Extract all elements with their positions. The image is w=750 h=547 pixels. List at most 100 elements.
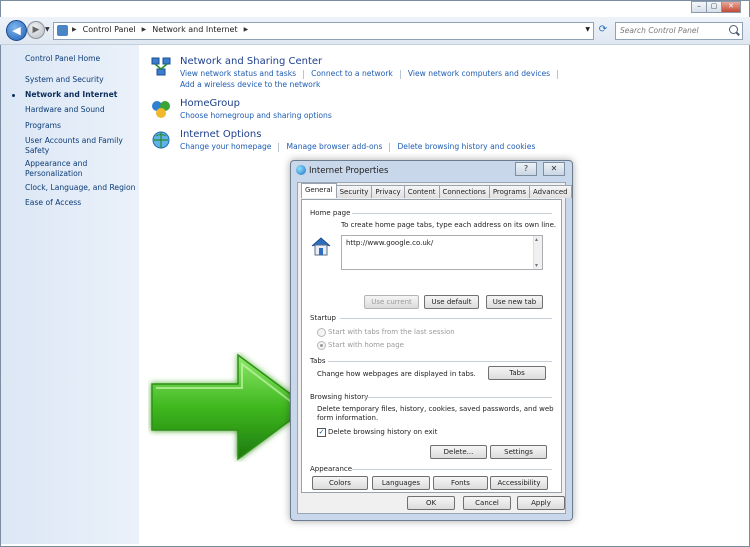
browsing-history-description-2: form information. — [317, 414, 379, 422]
use-new-tab-button[interactable]: Use new tab — [486, 295, 543, 309]
internet-options-title[interactable]: Internet Options — [180, 129, 261, 140]
maximize-button[interactable]: ▢ — [706, 1, 722, 13]
control-panel-icon — [57, 25, 68, 36]
sidebar-item-user-accounts[interactable]: User Accounts and Family — [25, 136, 123, 145]
active-item-bullet — [12, 94, 15, 97]
tabs-group-label: Tabs — [310, 357, 326, 365]
dialog-title: Internet Properties — [309, 166, 389, 176]
dialog-close-button[interactable]: ✕ — [543, 162, 565, 176]
network-and-sharing-links: View network status and tasks Connect to … — [180, 69, 565, 79]
link-choose-homegroup[interactable]: Choose homegroup and sharing options — [180, 111, 332, 120]
colors-button[interactable]: Colors — [312, 476, 368, 490]
sidebar-item-appearance-line2[interactable]: Personalization — [25, 169, 83, 178]
startup-last-session-label: Start with tabs from the last session — [328, 328, 455, 336]
network-icon — [151, 57, 171, 76]
sidebar-item-control-panel-home[interactable]: Control Panel Home — [25, 54, 100, 63]
network-and-sharing-title[interactable]: Network and Sharing Center — [180, 56, 322, 67]
homegroup-title[interactable]: HomeGroup — [180, 98, 240, 109]
appearance-group-label: Appearance — [310, 465, 353, 473]
breadcrumb: ▶ Control Panel ▶ Network and Internet ▶ — [72, 25, 248, 34]
url-scrollbar[interactable] — [533, 236, 542, 269]
caption-buttons: – ▢ ✕ — [691, 1, 741, 13]
startup-last-session-radio[interactable] — [317, 328, 326, 337]
apply-button[interactable]: Apply — [517, 496, 565, 510]
sidebar: Control Panel Home System and Security N… — [1, 45, 139, 544]
divider — [328, 361, 552, 362]
languages-button[interactable]: Languages — [372, 476, 430, 490]
homegroup-links: Choose homegroup and sharing options — [180, 111, 332, 120]
use-default-button[interactable]: Use default — [424, 295, 479, 309]
home-page-icon — [311, 237, 331, 256]
tab-content[interactable]: Content — [403, 185, 440, 198]
divider — [352, 213, 552, 214]
internet-options-icon — [296, 165, 306, 175]
breadcrumb-control-panel[interactable]: Control Panel — [83, 25, 136, 34]
tab-programs[interactable]: Programs — [488, 185, 530, 198]
link-manage-addons[interactable]: Manage browser add-ons — [286, 142, 382, 151]
history-settings-button[interactable]: Settings — [490, 445, 547, 459]
internet-properties-dialog: Internet Properties ? ✕ General Security… — [290, 160, 573, 521]
link-view-network-status[interactable]: View network status and tasks — [180, 69, 296, 78]
accessibility-button[interactable]: Accessibility — [490, 476, 548, 490]
sidebar-item-clock-language-region[interactable]: Clock, Language, and Region — [25, 183, 135, 192]
forward-button[interactable]: ▶ — [27, 21, 45, 39]
link-add-wireless-device[interactable]: Add a wireless device to the network — [180, 80, 320, 89]
breadcrumb-chevron-icon[interactable]: ▶ — [72, 26, 77, 33]
refresh-icon[interactable]: ⟳ — [596, 23, 610, 37]
tab-privacy[interactable]: Privacy — [371, 185, 405, 198]
minimize-button[interactable]: – — [691, 1, 707, 13]
link-delete-browsing-history[interactable]: Delete browsing history and cookies — [397, 142, 535, 151]
browsing-history-description-1: Delete temporary files, history, cookies… — [317, 405, 554, 413]
internet-options-icon — [152, 131, 170, 149]
tab-advanced[interactable]: Advanced — [529, 185, 572, 198]
network-and-sharing-links-2: Add a wireless device to the network — [180, 80, 320, 89]
help-button[interactable]: ? — [515, 162, 537, 176]
sidebar-item-appearance[interactable]: Appearance and — [25, 159, 87, 168]
sidebar-item-system-and-security[interactable]: System and Security — [25, 75, 104, 84]
close-button[interactable]: ✕ — [721, 1, 741, 13]
search-icon[interactable] — [729, 25, 738, 34]
sidebar-item-user-accounts-line2[interactable]: Safety — [25, 146, 49, 155]
home-page-url-value: http://www.google.co.uk/ — [346, 239, 434, 247]
homegroup-icon — [152, 101, 170, 118]
tab-strip: General Security Privacy Content Connect… — [301, 183, 572, 199]
link-change-homepage[interactable]: Change your homepage — [180, 142, 271, 151]
breadcrumb-chevron-icon[interactable]: ▶ — [142, 26, 147, 33]
home-page-url-input[interactable]: http://www.google.co.uk/ — [341, 235, 543, 270]
link-view-network-computers[interactable]: View network computers and devices — [408, 69, 550, 78]
startup-home-page-label: Start with home page — [328, 341, 404, 349]
tabs-button[interactable]: Tabs — [488, 366, 546, 380]
delete-on-exit-checkbox[interactable]: ✓ — [317, 428, 326, 437]
startup-home-page-radio[interactable] — [317, 341, 326, 350]
tab-security[interactable]: Security — [335, 185, 373, 198]
navigation-toolbar: ◀ ▶ ▼ ▶ Control Panel ▶ Network and Inte… — [0, 17, 750, 45]
back-button[interactable]: ◀ — [6, 20, 27, 41]
dialog-body: General Security Privacy Content Connect… — [297, 182, 572, 514]
home-page-hint: To create home page tabs, type each addr… — [341, 221, 557, 229]
search-placeholder: Search Control Panel — [620, 26, 699, 35]
recent-pages-dropdown[interactable]: ▼ — [45, 26, 50, 33]
sidebar-item-programs[interactable]: Programs — [25, 121, 61, 130]
address-dropdown-icon[interactable]: ▼ — [585, 26, 590, 33]
breadcrumb-network-and-internet[interactable]: Network and Internet — [152, 25, 237, 34]
search-input[interactable]: Search Control Panel — [615, 22, 743, 40]
breadcrumb-chevron-icon[interactable]: ▶ — [244, 26, 249, 33]
general-tab-page: Home page To create home page tabs, type… — [301, 199, 562, 493]
tabs-description: Change how webpages are displayed in tab… — [317, 370, 476, 378]
link-connect-to-network[interactable]: Connect to a network — [311, 69, 393, 78]
delete-on-exit-label: Delete browsing history on exit — [328, 428, 438, 436]
delete-button[interactable]: Delete... — [430, 445, 487, 459]
sidebar-item-network-and-internet[interactable]: Network and Internet — [25, 90, 117, 99]
divider — [340, 318, 552, 319]
sidebar-item-ease-of-access[interactable]: Ease of Access — [25, 198, 81, 207]
fonts-button[interactable]: Fonts — [433, 476, 488, 490]
use-current-button[interactable]: Use current — [364, 295, 419, 309]
cancel-button[interactable]: Cancel — [463, 496, 511, 510]
tab-connections[interactable]: Connections — [438, 185, 490, 198]
divider — [352, 469, 552, 470]
sidebar-item-hardware-and-sound[interactable]: Hardware and Sound — [25, 105, 105, 114]
tab-general[interactable]: General — [301, 183, 337, 198]
ok-button[interactable]: OK — [407, 496, 455, 510]
address-bar[interactable]: ▶ Control Panel ▶ Network and Internet ▶… — [53, 22, 594, 40]
divider — [364, 397, 552, 398]
